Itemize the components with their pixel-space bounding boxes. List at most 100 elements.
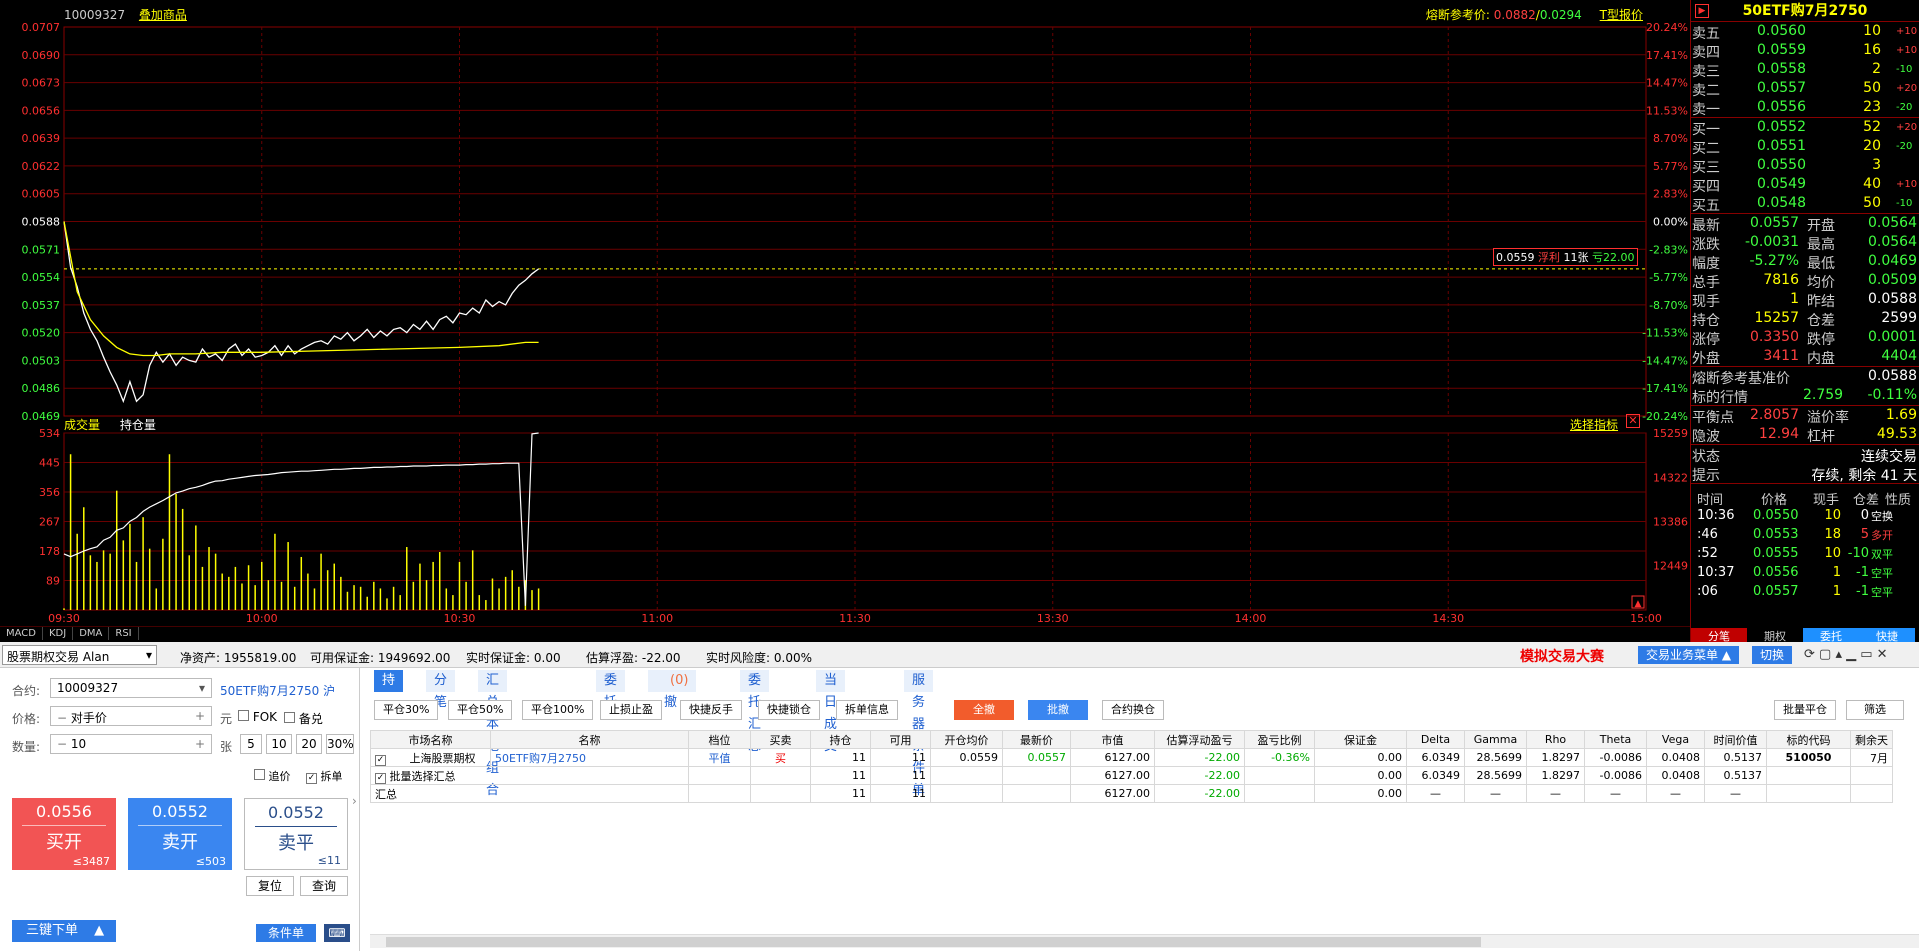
buy-level-1[interactable]: 买一 0.0552 52 +20 <box>1691 118 1919 138</box>
select-indicator-link[interactable]: 选择指标 <box>1570 416 1618 433</box>
tab-dma[interactable]: DMA <box>73 627 110 640</box>
col-header[interactable]: 时间价值 <box>1704 730 1767 749</box>
scrollbar-thumb[interactable] <box>386 937 1481 947</box>
tab-macd[interactable]: MACD <box>0 627 43 640</box>
col-header[interactable]: Theta <box>1584 730 1647 749</box>
batch-close-button[interactable]: 批量平仓 <box>1774 700 1836 720</box>
split-info-button[interactable]: 拆单信息 <box>836 700 898 720</box>
sell-close-button[interactable]: 0.0552 卖平 ≤11 <box>244 798 348 870</box>
qty-30pct-button[interactable]: 30% <box>326 734 354 754</box>
contract-swap-button[interactable]: 合约换仓 <box>1102 700 1164 720</box>
sell-open-button[interactable]: 0.0552 卖开 ≤503 <box>128 798 232 870</box>
minus-icon[interactable]: − <box>57 711 67 725</box>
switch-button[interactable]: 切换 <box>1752 646 1793 664</box>
reset-button[interactable]: 复位 <box>246 876 294 896</box>
x-tick-label: 15:00 <box>1630 612 1662 625</box>
col-header[interactable]: 保证金 <box>1314 730 1407 749</box>
col-header[interactable]: 市场名称 <box>370 730 491 749</box>
row-last: 0.0557 <box>1002 748 1071 767</box>
col-header[interactable]: 标的代码 <box>1766 730 1851 749</box>
tab-cancelable[interactable]: 可撤 (0) <box>648 670 697 710</box>
window-icons[interactable]: ⟳ ▢ ▴ ▁ ▭ ✕ <box>1804 647 1888 662</box>
sell-level-1[interactable]: 卖五 0.0560 10 +10 <box>1691 22 1919 42</box>
batch-cancel-button[interactable]: 批撤 <box>1028 700 1088 720</box>
tab-positions[interactable]: 持仓 <box>374 670 404 710</box>
underlying-row: 标的行情 2.759 -0.11% <box>1691 386 1919 406</box>
qty-5-button[interactable]: 5 <box>240 734 262 754</box>
query-button[interactable]: 查询 <box>300 876 348 896</box>
col-header[interactable]: Rho <box>1526 730 1585 749</box>
t-quote-link[interactable]: T型报价 <box>1600 8 1643 22</box>
buy-level-3[interactable]: 买三 0.0550 3 <box>1691 156 1919 176</box>
col-header[interactable]: 估算浮动盈亏 <box>1154 730 1245 749</box>
condition-order-button[interactable]: 条件单 <box>256 924 316 942</box>
close-100-button[interactable]: 平仓100% <box>522 700 594 720</box>
col-header[interactable]: 最新价 <box>1002 730 1071 749</box>
three-key-order-button[interactable]: 三键下单 ▲ <box>12 920 116 942</box>
row-checkbox[interactable]: ✓ <box>375 754 386 766</box>
filter-button[interactable]: 筛选 <box>1846 700 1904 720</box>
price-volume-chart[interactable]: 0.0707 20.24% 0.0690 17.41% 0.0673 14.47% 0.06… <box>0 0 1690 626</box>
col-header[interactable]: 档位 <box>688 730 751 749</box>
buy-level-2[interactable]: 买二 0.0551 20 -20 <box>1691 137 1919 157</box>
price-input[interactable]: − 对手价 + <box>50 706 212 726</box>
account-type-select[interactable]: 股票期权交易 Alan ▾ <box>2 645 157 665</box>
close-30-button[interactable]: 平仓30% <box>374 700 439 720</box>
col-header[interactable]: 盈亏比例 <box>1244 730 1315 749</box>
quick-lock-button[interactable]: 快捷锁仓 <box>758 700 820 720</box>
keyboard-icon[interactable]: ⌨ <box>324 924 350 942</box>
qty-20-button[interactable]: 20 <box>296 734 322 754</box>
col-header[interactable]: 名称 <box>490 730 689 749</box>
buy-open-button[interactable]: 0.0556 买开 ≤3487 <box>12 798 116 870</box>
cancel-all-button[interactable]: 全撤 <box>954 700 1014 720</box>
horizontal-scrollbar[interactable] <box>370 934 1919 948</box>
close-icon[interactable]: ✕ <box>1626 414 1640 428</box>
tab-local-combo[interactable]: 汇总本地组合 <box>478 670 508 798</box>
play-icon[interactable]: ▶ <box>1695 4 1709 18</box>
stop-loss-button[interactable]: 止损止盈 <box>600 700 662 720</box>
col-header[interactable]: 持仓 <box>810 730 871 749</box>
contract-input[interactable]: 10009327 ▾ <box>50 678 212 698</box>
minus-icon[interactable]: − <box>57 737 67 751</box>
col-header[interactable]: Delta <box>1406 730 1465 749</box>
tab-server-cond[interactable]: 服务器条件单 <box>904 670 934 798</box>
y-tick-label: 0.0673 <box>22 77 61 90</box>
qty-10-button[interactable]: 10 <box>266 734 292 754</box>
sell-level-4[interactable]: 卖二 0.0557 50 +20 <box>1691 79 1919 99</box>
tab-rsi[interactable]: RSI <box>109 627 139 640</box>
close-50-button[interactable]: 平仓50% <box>448 700 513 720</box>
split-checkbox[interactable]: ✓ 拆单 <box>306 768 343 784</box>
batch-checkbox[interactable]: ✓ <box>375 772 386 784</box>
sell-level-3[interactable]: 卖三 0.0558 2 -10 <box>1691 60 1919 80</box>
chase-checkbox[interactable]: 追价 <box>254 768 291 784</box>
covered-checkbox[interactable]: 备兑 <box>284 710 323 727</box>
sell-level-5[interactable]: 卖一 0.0556 23 -20 <box>1691 98 1919 118</box>
tick-volume: 18 <box>1824 527 1841 542</box>
stat-row: 幅度 -5.27% 最低 0.0469 <box>1691 252 1919 272</box>
plus-icon[interactable]: + <box>195 737 205 751</box>
buy-level-5[interactable]: 买五 0.0548 50 -10 <box>1691 194 1919 214</box>
collapse-chevron-icon[interactable]: › <box>352 794 357 808</box>
tab-kdj[interactable]: KDJ <box>43 627 74 640</box>
plus-icon[interactable]: + <box>195 709 205 723</box>
col-header[interactable]: 可用 <box>870 730 931 749</box>
quick-reverse-button[interactable]: 快捷反手 <box>680 700 742 720</box>
col-header[interactable]: 开仓均价 <box>930 730 1003 749</box>
tab-today-trades[interactable]: 当日成交 <box>816 670 846 754</box>
col-header[interactable]: Vega <box>1646 730 1705 749</box>
tab-orders[interactable]: 委托 <box>596 670 626 710</box>
sell-level-2[interactable]: 卖四 0.0559 16 +10 <box>1691 41 1919 61</box>
tab-fenbi[interactable]: 分笔 <box>426 670 456 710</box>
qty-input[interactable]: − 10 + <box>50 734 212 754</box>
table-row[interactable]: ✓ 上海股票期权 50ETF购7月2750 平值 买 11 11 0.0559 … <box>370 748 1893 767</box>
col-header[interactable]: 市值 <box>1070 730 1155 749</box>
tab-order-summary[interactable]: 委托汇总 <box>740 670 770 754</box>
col-header[interactable]: 买卖 <box>750 730 811 749</box>
trade-menu-button[interactable]: 交易业务菜单 ▲ <box>1638 646 1740 664</box>
stat-label: 幅度 <box>1692 256 1720 272</box>
add-product-link[interactable]: 叠加商品 <box>139 8 187 22</box>
buy-level-4[interactable]: 买四 0.0549 40 +10 <box>1691 175 1919 195</box>
fok-checkbox[interactable]: FOK <box>238 710 277 724</box>
col-header[interactable]: 剩余天 <box>1850 730 1893 749</box>
col-header[interactable]: Gamma <box>1464 730 1527 749</box>
